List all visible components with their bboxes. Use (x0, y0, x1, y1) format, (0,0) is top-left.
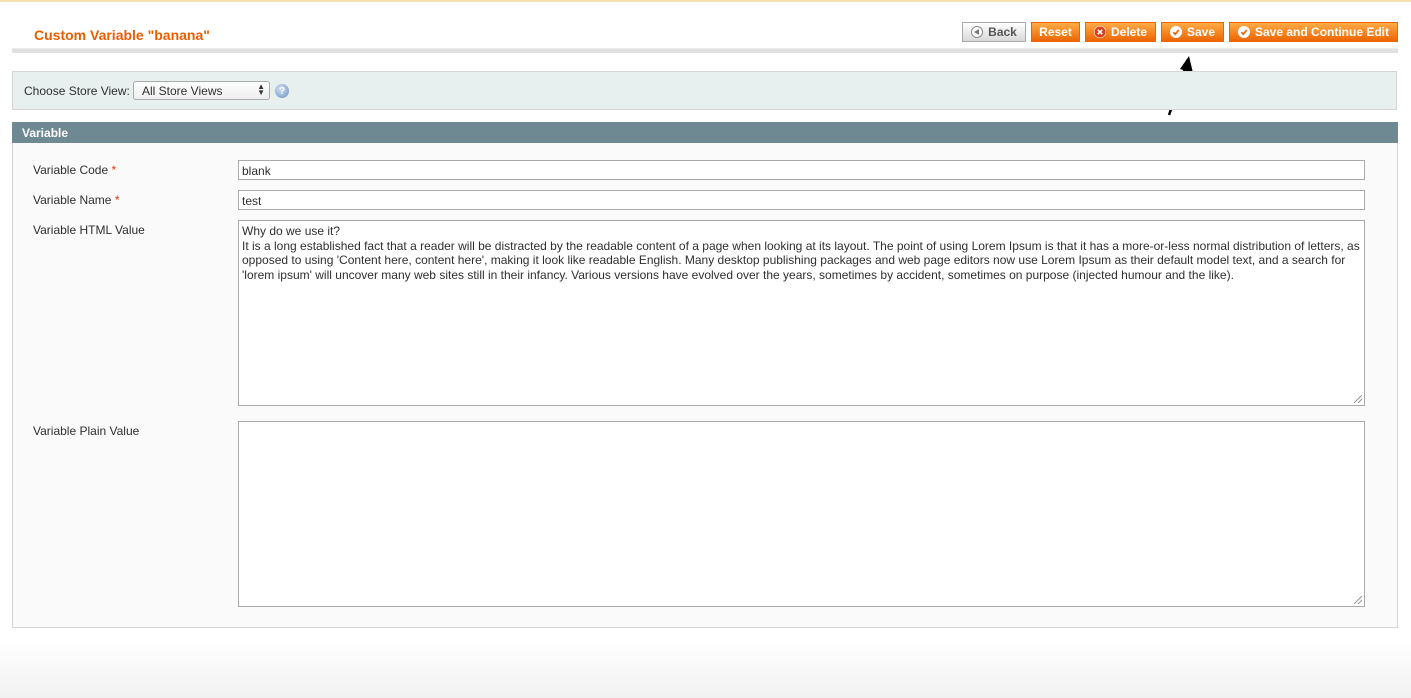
page-title: Custom Variable "banana" (34, 27, 210, 43)
save-and-continue-button-label: Save and Continue Edit (1255, 25, 1390, 39)
html-value-body: It is a long established fact that a rea… (242, 238, 1360, 282)
question-circle-icon[interactable]: ? (275, 84, 289, 98)
resize-grip-icon[interactable] (1354, 395, 1362, 403)
variable-name-label: Variable Name * (33, 193, 120, 207)
store-view-selected: All Store Views (142, 84, 223, 98)
required-mark: * (111, 163, 117, 177)
save-button-label: Save (1186, 25, 1216, 39)
select-arrows-icon: ▲ ▼ (257, 82, 265, 97)
checkmark-icon (1169, 26, 1182, 38)
top-border (0, 0, 1411, 2)
back-button-label: Back (988, 25, 1017, 39)
variable-html-value-textarea[interactable]: Why do we use it? It is a long establish… (238, 220, 1365, 406)
footer-area (0, 640, 1411, 698)
store-switcher-bar: Choose Store View: All Store Views ▲ ▼ ? (12, 71, 1397, 110)
resize-grip-icon[interactable] (1354, 596, 1362, 604)
delete-button-label: Delete (1110, 25, 1148, 39)
back-button[interactable]: Back (962, 22, 1026, 42)
variable-plain-value-textarea[interactable] (238, 421, 1365, 607)
variable-name-input[interactable]: test (238, 190, 1365, 210)
delete-icon (1093, 26, 1106, 38)
save-button[interactable]: Save (1161, 22, 1224, 42)
variable-html-value-label: Variable HTML Value (33, 223, 145, 237)
title-divider (12, 48, 1398, 53)
reset-button[interactable]: Reset (1031, 22, 1080, 42)
variable-code-input[interactable]: blank (238, 160, 1365, 180)
delete-button[interactable]: Delete (1085, 22, 1156, 42)
variable-code-label: Variable Code * (33, 163, 116, 177)
reset-button-label: Reset (1039, 25, 1072, 39)
required-mark: * (114, 193, 120, 207)
section-header: Variable (12, 122, 1398, 143)
back-arrow-icon (971, 26, 984, 38)
checkmark-icon (1238, 26, 1250, 38)
html-value-line1: Why do we use it? (242, 224, 341, 238)
variable-code-label-text: Variable Code (33, 163, 109, 177)
variable-plain-value-label: Variable Plain Value (33, 424, 140, 438)
store-view-select[interactable]: All Store Views ▲ ▼ (133, 81, 270, 100)
variable-name-label-text: Variable Name (33, 193, 112, 207)
store-view-label: Choose Store View: (24, 84, 130, 98)
save-and-continue-button[interactable]: Save and Continue Edit (1229, 22, 1398, 42)
